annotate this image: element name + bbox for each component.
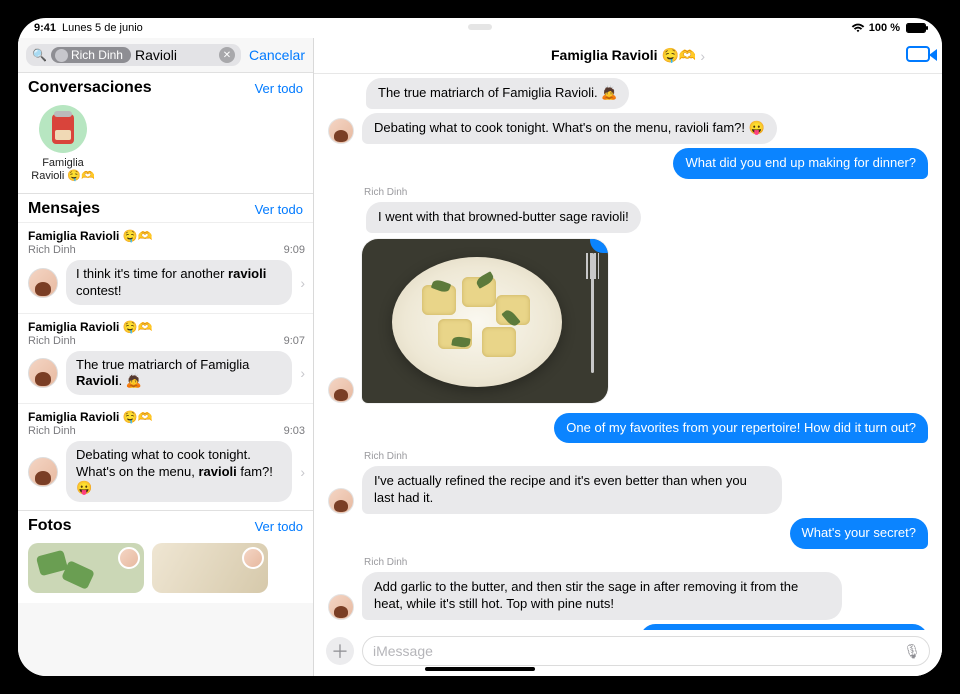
sender-badge-avatar bbox=[242, 547, 264, 569]
message-result[interactable]: Famiglia Ravioli 🤤🫶 Rich Dinh 9:09 I thi… bbox=[18, 222, 313, 313]
message-time: 9:07 bbox=[284, 335, 305, 347]
chevron-right-icon: › bbox=[300, 365, 305, 381]
message-result[interactable]: Famiglia Ravioli 🤤🫶 Rich Dinh 9:03 Debat… bbox=[18, 403, 313, 510]
conversaciones-see-all[interactable]: Ver todo bbox=[255, 81, 303, 96]
chat-bubble-them[interactable]: I went with that browned-butter sage rav… bbox=[366, 202, 641, 233]
clear-search-icon[interactable]: ✕ bbox=[219, 47, 235, 63]
conversation-name-line2: Ravioli 🤤🫶 bbox=[28, 170, 98, 183]
chat-bubble-them[interactable]: Debating what to cook tonight. What's on… bbox=[362, 113, 777, 144]
mensajes-see-all[interactable]: Ver todo bbox=[255, 202, 303, 217]
conversation-name-line1: Famiglia bbox=[28, 157, 98, 170]
chat-bubble-them[interactable]: Add garlic to the butter, and then stir … bbox=[362, 572, 842, 620]
sender-avatar bbox=[28, 268, 58, 298]
chat-title: Famiglia Ravioli 🤤🫶 bbox=[551, 47, 696, 64]
chat-body[interactable]: The true matriarch of Famiglia Ravioli. … bbox=[314, 74, 942, 630]
status-time: 9:41 bbox=[34, 22, 56, 34]
battery-text: 100 % bbox=[869, 22, 900, 34]
sender-avatar bbox=[328, 377, 354, 403]
chevron-right-icon: › bbox=[300, 275, 305, 291]
attach-button[interactable]: ＋ bbox=[326, 637, 354, 665]
message-preview: Debating what to cook tonight. What's on… bbox=[66, 441, 292, 502]
message-preview: I think it's time for another ravioli co… bbox=[66, 260, 292, 305]
message-sender: Rich Dinh bbox=[28, 335, 76, 347]
sender-name-tag: Rich Dinh bbox=[364, 187, 928, 198]
message-group: Famiglia Ravioli 🤤🫶 bbox=[28, 410, 305, 424]
message-input[interactable]: iMessage 🎙 bbox=[362, 636, 930, 666]
photo-thumbnail[interactable] bbox=[152, 543, 268, 593]
section-conversaciones-title: Conversaciones bbox=[28, 79, 152, 97]
message-group: Famiglia Ravioli 🤤🫶 bbox=[28, 229, 305, 243]
message-placeholder: iMessage bbox=[373, 643, 433, 659]
sidebar: 🔍 Rich Dinh Ravioli ✕ Cancelar Conversac… bbox=[18, 38, 314, 676]
message-time: 9:09 bbox=[284, 244, 305, 256]
dictate-icon[interactable]: 🎙 bbox=[903, 643, 921, 660]
status-date: Lunes 5 de junio bbox=[62, 22, 143, 34]
conversation-card[interactable]: Famiglia Ravioli 🤤🫶 bbox=[18, 101, 108, 193]
conversation-avatar bbox=[39, 105, 87, 153]
sender-avatar bbox=[328, 488, 354, 514]
message-result[interactable]: Famiglia Ravioli 🤤🫶 Rich Dinh 9:07 The t… bbox=[18, 313, 313, 404]
chat-bubble-me[interactable]: One of my favorites from your repertoire… bbox=[554, 413, 928, 444]
sender-avatar bbox=[28, 358, 58, 388]
photo-thumbnail[interactable] bbox=[28, 543, 144, 593]
cancel-button[interactable]: Cancelar bbox=[249, 47, 305, 63]
chat-bubble-them[interactable]: The true matriarch of Famiglia Ravioli. … bbox=[366, 78, 629, 109]
fotos-see-all[interactable]: Ver todo bbox=[255, 519, 303, 534]
sender-badge-avatar bbox=[118, 547, 140, 569]
sender-name-tag: Rich Dinh bbox=[364, 451, 928, 462]
message-time: 9:03 bbox=[284, 425, 305, 437]
multitask-pill[interactable] bbox=[468, 24, 492, 30]
section-mensajes-title: Mensajes bbox=[28, 200, 100, 218]
chevron-right-icon: › bbox=[700, 48, 705, 64]
message-group: Famiglia Ravioli 🤤🫶 bbox=[28, 320, 305, 334]
chat-bubble-me[interactable]: What did you end up making for dinner? bbox=[673, 148, 928, 179]
search-icon: 🔍 bbox=[32, 48, 47, 62]
search-token[interactable]: Rich Dinh bbox=[51, 47, 131, 63]
search-input[interactable]: 🔍 Rich Dinh Ravioli ✕ bbox=[26, 44, 241, 66]
chat-bubble-them[interactable]: I've actually refined the recipe and it'… bbox=[362, 466, 782, 514]
tapback-love-icon[interactable] bbox=[590, 239, 608, 253]
message-preview: The true matriarch of Famiglia Ravioli. … bbox=[66, 351, 292, 396]
sender-name-tag: Rich Dinh bbox=[364, 557, 928, 568]
message-sender: Rich Dinh bbox=[28, 244, 76, 256]
chat-bubble-me[interactable]: What's your secret? bbox=[790, 518, 928, 549]
sender-avatar bbox=[28, 457, 58, 487]
sender-avatar bbox=[328, 118, 354, 144]
chevron-right-icon: › bbox=[300, 464, 305, 480]
section-fotos-title: Fotos bbox=[28, 517, 72, 535]
status-bar: 9:41 Lunes 5 de junio 100 % bbox=[18, 18, 942, 38]
facetime-button[interactable] bbox=[906, 46, 930, 62]
message-sender: Rich Dinh bbox=[28, 425, 76, 437]
search-query: Ravioli bbox=[135, 47, 177, 63]
chat-image-attachment[interactable] bbox=[362, 239, 608, 403]
sender-avatar bbox=[328, 594, 354, 620]
battery-icon bbox=[906, 23, 926, 33]
wifi-icon bbox=[851, 23, 865, 33]
home-indicator[interactable] bbox=[425, 667, 535, 671]
chat-header[interactable]: Famiglia Ravioli 🤤🫶 › bbox=[314, 38, 942, 74]
